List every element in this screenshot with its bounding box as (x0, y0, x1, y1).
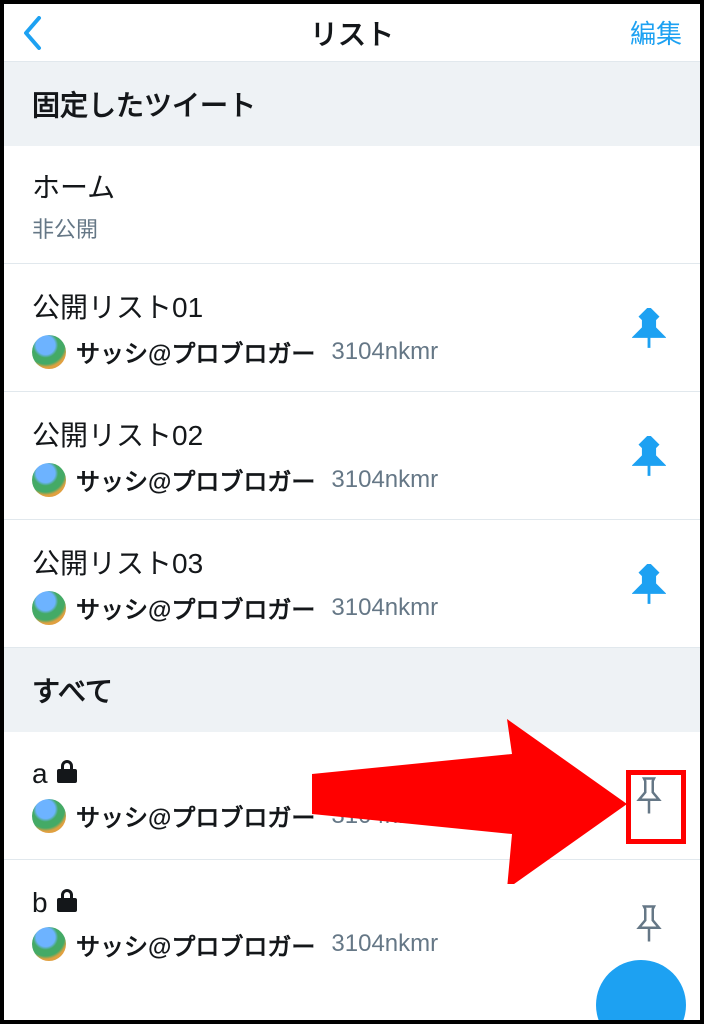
pin-filled-icon (632, 436, 666, 476)
section-header-pinned: 固定したツイート (4, 62, 700, 146)
pin-button[interactable] (626, 901, 672, 947)
author-name: サッシ@プロブロガー (76, 927, 315, 962)
list-title-text: a (32, 758, 48, 790)
pin-button[interactable] (626, 773, 672, 819)
list-title: b (32, 887, 626, 919)
list-row[interactable]: 公開リスト01 サッシ@プロブロガー 3104nkmr (4, 264, 700, 392)
list-title: 公開リスト02 (32, 414, 626, 454)
author-handle: 3104nkmr (331, 802, 438, 830)
author-handle: 3104nkmr (331, 338, 438, 366)
pin-button[interactable] (626, 433, 672, 479)
privacy-label: 非公開 (32, 212, 98, 244)
pin-filled-icon (632, 308, 666, 348)
back-button[interactable] (22, 16, 42, 50)
author-name: サッシ@プロブロガー (76, 590, 315, 625)
list-row[interactable]: 公開リスト02 サッシ@プロブロガー 3104nkmr (4, 392, 700, 520)
avatar (32, 335, 66, 369)
list-title: a (32, 758, 626, 790)
author-handle: 3104nkmr (331, 466, 438, 494)
pin-outline-icon (634, 777, 664, 815)
section-header-all: すべて (4, 648, 700, 732)
pin-button[interactable] (626, 561, 672, 607)
author-handle: 3104nkmr (331, 930, 438, 958)
navbar: リスト 編集 (4, 4, 700, 62)
list-row[interactable]: a サッシ@プロブロガー 3104nkmr (4, 732, 700, 860)
avatar (32, 463, 66, 497)
avatar (32, 591, 66, 625)
list-title-text: b (32, 887, 48, 919)
avatar (32, 927, 66, 961)
pin-button[interactable] (626, 305, 672, 351)
list-row[interactable]: 公開リスト03 サッシ@プロブロガー 3104nkmr (4, 520, 700, 648)
lock-icon (56, 758, 78, 790)
edit-button[interactable]: 編集 (630, 14, 682, 51)
page-title: リスト (310, 13, 394, 53)
author-name: サッシ@プロブロガー (76, 462, 315, 497)
list-author: サッシ@プロブロガー 3104nkmr (32, 798, 626, 833)
pin-outline-icon (634, 905, 664, 943)
list-row[interactable]: b サッシ@プロブロガー 3104nkmr (4, 860, 700, 988)
author-name: サッシ@プロブロガー (76, 334, 315, 369)
list-author: サッシ@プロブロガー 3104nkmr (32, 462, 626, 497)
list-author: サッシ@プロブロガー 3104nkmr (32, 927, 626, 962)
avatar (32, 799, 66, 833)
list-title: ホーム (32, 166, 115, 206)
chevron-left-icon (22, 16, 42, 50)
list-author: サッシ@プロブロガー 3104nkmr (32, 334, 626, 369)
list-author: サッシ@プロブロガー 3104nkmr (32, 590, 626, 625)
author-handle: 3104nkmr (331, 594, 438, 622)
list-row-home[interactable]: ホーム 非公開 (4, 146, 700, 264)
pin-filled-icon (632, 564, 666, 604)
list-title: 公開リスト01 (32, 286, 626, 326)
list-title: 公開リスト03 (32, 542, 626, 582)
author-name: サッシ@プロブロガー (76, 798, 315, 833)
lock-icon (56, 887, 78, 919)
